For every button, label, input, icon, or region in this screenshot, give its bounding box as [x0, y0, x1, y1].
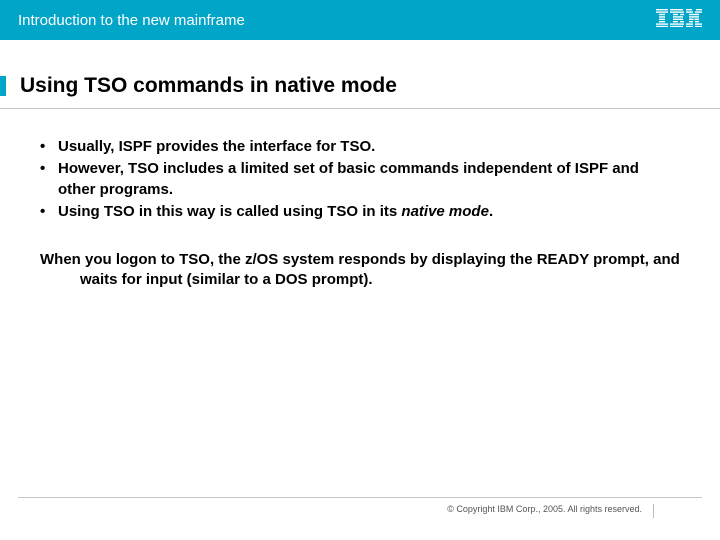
bullet-tail: . — [489, 203, 493, 220]
body-paragraph: When you logon to TSO, the z/OS system r… — [80, 250, 680, 291]
bullet-item: Using TSO in this way is called using TS… — [40, 202, 680, 222]
slide-header: Introduction to the new mainframe — [0, 0, 720, 40]
slide-title: Using TSO commands in native mode — [18, 74, 702, 98]
slide-content: Usually, ISPF provides the interface for… — [0, 109, 720, 291]
header-title: Introduction to the new mainframe — [18, 12, 245, 29]
ibm-logo-icon — [656, 9, 702, 32]
copyright-text: © Copyright IBM Corp., 2005. All rights … — [447, 504, 642, 514]
bullet-text: Using TSO in this way is called using TS… — [58, 203, 401, 220]
bullet-item: However, TSO includes a limited set of b… — [40, 159, 680, 200]
footer-divider — [653, 504, 654, 518]
title-area: Using TSO commands in native mode — [0, 74, 720, 109]
bullet-italic: native mode — [401, 203, 489, 220]
slide-footer: © Copyright IBM Corp., 2005. All rights … — [18, 497, 702, 514]
bullet-list: Usually, ISPF provides the interface for… — [40, 137, 680, 222]
bullet-item: Usually, ISPF provides the interface for… — [40, 137, 680, 157]
